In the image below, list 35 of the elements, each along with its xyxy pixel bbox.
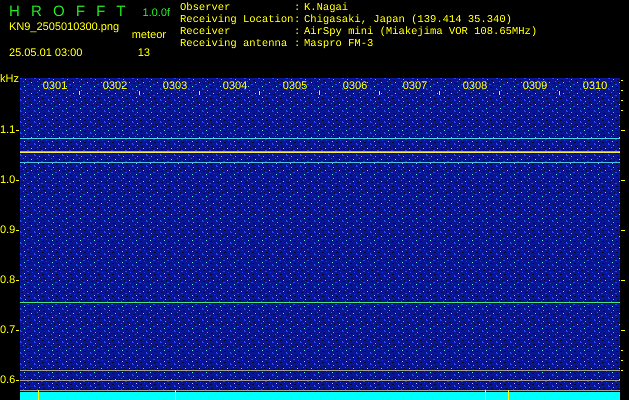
time-label: 0309 bbox=[522, 80, 548, 93]
axis-unit: kHz bbox=[0, 73, 20, 85]
count-label: meteor bbox=[132, 29, 166, 41]
axis-label: 1.0 bbox=[0, 173, 16, 187]
info-label: Receiving antenna bbox=[180, 38, 288, 50]
info-label: Receiver bbox=[180, 26, 232, 38]
date-time: 25.05.01 03:00 bbox=[9, 47, 82, 59]
info-label: Observer bbox=[180, 2, 232, 14]
axis-label: 0.6 bbox=[0, 373, 16, 387]
time-label: 0301 bbox=[42, 80, 68, 93]
separator: : bbox=[294, 26, 302, 38]
meteor-count: 13 bbox=[138, 47, 150, 59]
app-title: H R O F F T bbox=[9, 3, 128, 20]
axis-label: 1.1 bbox=[0, 123, 16, 137]
time-label: 0308 bbox=[462, 80, 488, 93]
time-label: 0302 bbox=[102, 80, 128, 93]
time-label: 0305 bbox=[282, 80, 308, 93]
separator: : bbox=[294, 2, 302, 14]
separator: : bbox=[294, 38, 302, 50]
file-name: KN9_2505010300.png bbox=[9, 21, 120, 33]
time-label: 0303 bbox=[162, 80, 188, 93]
info-value: Chigasaki, Japan (139.414 35.340) bbox=[304, 14, 513, 26]
info-value: K.Nagai bbox=[304, 2, 350, 14]
time-label: 0306 bbox=[342, 80, 368, 93]
time-label: 0310 bbox=[582, 80, 608, 93]
axis-label: 0.9 bbox=[0, 223, 16, 237]
separator: : bbox=[294, 14, 302, 26]
version-label: 1.0.0f bbox=[142, 7, 170, 19]
time-label: 0304 bbox=[222, 80, 248, 93]
info-value: Maspro FM-3 bbox=[304, 38, 374, 50]
info-value: AirSpy mini (Miakejima VOR 108.65MHz) bbox=[304, 26, 538, 38]
info-label: Receiving Location bbox=[180, 14, 294, 26]
axis-label: 0.8 bbox=[0, 273, 16, 287]
axis-label: 0.7 bbox=[0, 323, 16, 337]
time-label: 0307 bbox=[402, 80, 428, 93]
